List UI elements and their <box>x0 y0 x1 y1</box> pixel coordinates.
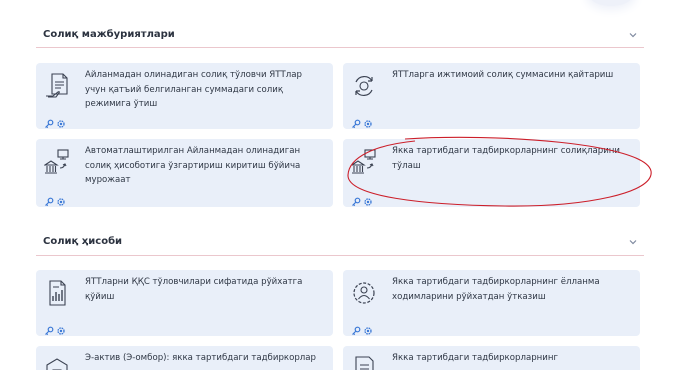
bank-monitor-icon <box>44 149 69 174</box>
report-chart-icon <box>49 280 66 306</box>
card-label: Якка тартибдаги тадбиркорларнинг солиқла… <box>392 146 621 171</box>
card-tools <box>44 114 66 129</box>
card-label: Э-актив (Э-омбор): якка тартибдаги тадби… <box>85 353 317 363</box>
card-tools <box>351 321 373 336</box>
key-icon <box>44 192 54 207</box>
refresh-cycle-icon <box>355 76 373 96</box>
key-icon <box>44 321 54 336</box>
document-list-icon <box>355 356 374 370</box>
gear-icon <box>363 321 373 335</box>
bank-monitor-icon <box>351 149 376 174</box>
key-icon <box>351 114 361 129</box>
gear-icon <box>56 192 66 206</box>
card-label: Якка тартибдаги тадбиркорларнинг комисси… <box>392 353 559 370</box>
gear-icon <box>56 114 66 128</box>
key-icon <box>351 192 361 207</box>
service-card[interactable]: Айланмадан олинадиган солиқ тўловчи ЯТТл… <box>36 63 333 129</box>
service-card[interactable]: ЯТТларга ижтимоий солиқ суммасини қайтар… <box>343 63 640 129</box>
service-card[interactable]: Якка тартибдаги тадбиркорларнинг ёлланма… <box>343 270 640 336</box>
card-tools <box>351 192 373 207</box>
gear-icon <box>56 321 66 335</box>
document-hand-icon <box>46 73 68 98</box>
corner-decoration <box>590 0 632 6</box>
key-icon <box>351 321 361 336</box>
chevron-down-icon[interactable] <box>626 28 640 42</box>
card-tools <box>351 114 373 129</box>
service-card[interactable]: Автоматлаштирилган Айланмадан олинадиган… <box>36 139 333 207</box>
card-label: Автоматлаштирилган Айланмадан олинадиган… <box>85 146 301 185</box>
card-label: Айланмадан олинадиган солиқ тўловчи ЯТТл… <box>85 70 302 109</box>
section-title: Солиқ ҳисоби <box>43 236 123 247</box>
chevron-down-icon[interactable] <box>626 235 640 249</box>
card-label: Якка тартибдаги тадбиркорларнинг ёлланма… <box>392 277 600 302</box>
section-header-tax-obligations[interactable]: Солиқ мажбуриятлари <box>36 26 644 48</box>
service-card[interactable]: Якка тартибдаги тадбиркорларнинг комисси… <box>343 346 640 370</box>
section-divider <box>36 47 644 48</box>
gear-icon <box>363 114 373 128</box>
service-card[interactable]: Якка тартибдаги тадбиркорларнинг солиқла… <box>343 139 640 207</box>
person-gear-icon <box>353 282 375 304</box>
section-header-tax-accounting[interactable]: Солиқ ҳисоби <box>36 233 644 255</box>
card-label: ЯТТларга ижтимоий солиқ суммасини қайтар… <box>392 70 614 80</box>
section-divider <box>36 255 644 256</box>
service-card[interactable]: ЯТТларни ҚҚС тўловчилари сифатида рўйхат… <box>36 270 333 336</box>
service-card[interactable]: Э-актив (Э-омбор): якка тартибдаги тадби… <box>36 346 333 370</box>
card-tools <box>44 192 66 207</box>
section-title: Солиқ мажбуриятлари <box>43 29 175 40</box>
card-tools <box>44 321 66 336</box>
key-icon <box>44 114 54 129</box>
warehouse-box-icon <box>46 358 68 370</box>
card-label: ЯТТларни ҚҚС тўловчилари сифатида рўйхат… <box>85 277 303 302</box>
gear-icon <box>363 192 373 206</box>
